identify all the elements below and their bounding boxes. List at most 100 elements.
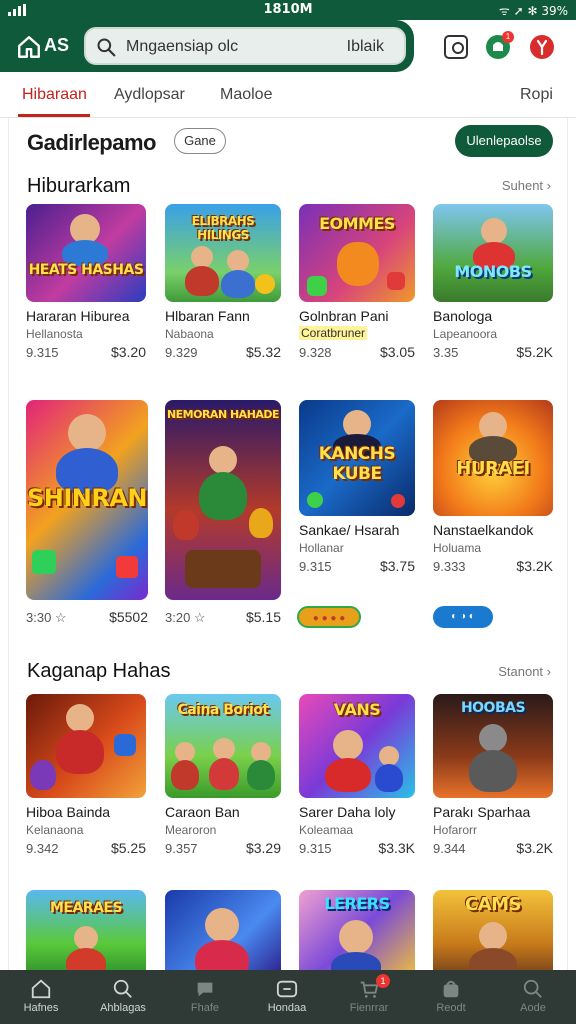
- game-developer: Kelanaona: [26, 823, 84, 837]
- game-card[interactable]: HOOBAS Parakı Sparhaa Hofarorr 9.344 $3.…: [433, 694, 553, 864]
- game-title: Banologa: [433, 308, 493, 324]
- game-card[interactable]: [165, 890, 281, 970]
- nav-item-cart[interactable]: 1 Fienrrar: [328, 970, 410, 1024]
- game-rating: 3.35: [433, 345, 459, 360]
- game-card[interactable]: HEATS HASHAS Hararan Hiburea Hellanosta …: [26, 204, 146, 364]
- section-title-featured: Hiburarkam: [27, 175, 131, 197]
- nav-item-games[interactable]: Hondaa: [246, 970, 328, 1024]
- game-card[interactable]: MONOBS Banologa Lapeanoora 3.35 $5.2K: [433, 204, 553, 364]
- game-art-title: HEATS HASHAS: [28, 262, 144, 278]
- primary-action-button[interactable]: Ulenlepaolse: [455, 125, 553, 157]
- tab-maoloe[interactable]: Maoloe: [220, 86, 272, 104]
- search-query: Mngaensiap olc: [126, 38, 239, 55]
- game-developer: Hollanar: [299, 541, 344, 555]
- game-developer: Koleamaa: [299, 823, 354, 837]
- game-art-title: KANCHS KUBE: [318, 444, 396, 484]
- game-art-title: NEMORAN HAHADE: [166, 408, 280, 421]
- game-card[interactable]: HURAEI Nanstaelkandok Holuama 9.333 $3.2…: [433, 400, 553, 600]
- game-card[interactable]: EOMMES Golnbran Pani Coratbruner 9.328 $…: [299, 204, 415, 364]
- search-input[interactable]: Mngaensiap olc Iblaik: [84, 27, 406, 65]
- game-art-title: MEARAES: [49, 900, 123, 916]
- game-price: $3.3K: [378, 840, 415, 856]
- game-rating: 9.315: [299, 841, 332, 856]
- nav-item-chat[interactable]: Fhafe: [164, 970, 246, 1024]
- game-card[interactable]: Caina Boriot Caraon Ban Mearoron 9.357 $…: [165, 694, 281, 864]
- profile-icon[interactable]: [530, 35, 554, 59]
- game-thumbnail: MEARAES: [26, 890, 146, 970]
- game-title: Sarer Daha loly: [299, 804, 396, 820]
- game-price: $5.15: [245, 609, 281, 625]
- game-card[interactable]: CAMS: [433, 890, 553, 970]
- see-all-link-featured[interactable]: Suhent ›: [502, 178, 551, 193]
- game-card[interactable]: MEARAES: [26, 890, 146, 970]
- bag-icon: [443, 980, 459, 998]
- game-price: $5.2K: [516, 344, 553, 360]
- game-developer: Mearoron: [165, 823, 217, 837]
- game-card-large[interactable]: NEMORAN HAHADE 3:20 ☆ $5.15: [165, 400, 281, 640]
- promo-pill[interactable]: ◐ ◑ ◐: [433, 606, 493, 628]
- game-thumbnail: HEATS HASHAS: [26, 204, 146, 302]
- game-thumbnail: KANCHS KUBE: [299, 400, 415, 516]
- home-icon: [31, 979, 51, 999]
- game-title: Hlbaran Fann: [165, 308, 250, 324]
- nav-item-home[interactable]: Hafnes: [0, 970, 82, 1024]
- game-rating: 9.329: [165, 345, 198, 360]
- nav-item-search[interactable]: Ahblagas: [82, 970, 164, 1024]
- search-suffix: Iblaik: [346, 38, 384, 55]
- home-icon[interactable]: [16, 34, 42, 60]
- notifications-icon[interactable]: 1: [486, 31, 514, 59]
- scan-icon[interactable]: [444, 35, 468, 59]
- game-thumbnail: LERERS: [299, 890, 415, 970]
- nav-label: Hafnes: [23, 1002, 59, 1014]
- game-thumbnail: [165, 890, 281, 970]
- see-all-link-popular[interactable]: Stanont ›: [498, 664, 551, 679]
- game-thumbnail: HURAEI: [433, 400, 553, 516]
- tab-aydlopsar[interactable]: Aydlopsar: [114, 86, 185, 104]
- nav-label: Fhafe: [190, 1002, 220, 1014]
- game-thumbnail: CAMS: [433, 890, 553, 970]
- tab-ropi[interactable]: Ropi: [520, 86, 553, 104]
- game-title: Nanstaelkandok: [433, 522, 534, 538]
- game-title: Parakı Sparhaa: [433, 804, 531, 820]
- section-title-popular: Kaganap Hahas: [27, 660, 171, 682]
- game-card[interactable]: LERERS: [299, 890, 415, 970]
- promo-pill[interactable]: ● ● ● ●: [297, 606, 361, 628]
- game-thumbnail: ELIBRAHS HILINGS: [165, 204, 281, 302]
- game-thumbnail: SHINRAN: [26, 400, 148, 600]
- game-title: Golnbran Pani: [299, 308, 389, 324]
- game-title: Hararan Hiburea: [26, 308, 130, 324]
- status-indicators: ᯤ ➚ ✻ 39%: [498, 4, 568, 18]
- nav-item-bag[interactable]: Reodt: [410, 970, 492, 1024]
- game-price: $5.32: [245, 344, 281, 360]
- game-price: $3.20: [110, 344, 146, 360]
- game-developer: Hellanosta: [26, 327, 83, 341]
- game-rating: 9.328: [299, 345, 332, 360]
- category-chip[interactable]: Gane: [174, 128, 226, 154]
- game-card[interactable]: Hiboa Bainda Kelanaona 9.342 $5.25: [26, 694, 146, 864]
- game-price: $3.2K: [516, 840, 553, 856]
- search-icon: [97, 38, 116, 57]
- game-title: Sankae/ Hsarah: [299, 522, 400, 538]
- game-rating: 9.342: [26, 841, 59, 856]
- nav-label: Aode: [520, 1002, 546, 1014]
- game-art-title: SHINRAN: [26, 484, 148, 512]
- game-rating: 9.315: [299, 559, 332, 574]
- bottom-navigation: Hafnes Ahblagas Fhafe Hondaa 1 Fienrrar …: [0, 970, 576, 1024]
- game-developer: Holuama: [433, 541, 482, 555]
- status-time: 1810M: [263, 2, 313, 17]
- game-card[interactable]: ELIBRAHS HILINGS Hlbaran Fann Nabaona 9.…: [165, 204, 281, 364]
- game-art-title: HOOBAS: [460, 700, 526, 716]
- tab-hibaraan[interactable]: Hibaraan: [22, 86, 87, 104]
- game-rating: 9.357: [165, 841, 198, 856]
- game-thumbnail: NEMORAN HAHADE: [165, 400, 281, 600]
- game-card[interactable]: KANCHS KUBE Sankae/ Hsarah Hollanar 9.31…: [299, 400, 415, 600]
- game-card-large[interactable]: SHINRAN 3:30 ☆ $5502: [26, 400, 148, 640]
- app-logo[interactable]: AS: [44, 35, 69, 56]
- game-card[interactable]: VANS Sarer Daha loly Koleamaa 9.315 $3.3…: [299, 694, 415, 864]
- game-price: $3.05: [379, 344, 415, 360]
- game-rating: 3:20 ☆: [165, 610, 206, 625]
- nav-label: Ahblagas: [100, 1002, 146, 1014]
- game-art-title: LERERS: [324, 894, 390, 913]
- gamepad-icon: [276, 980, 298, 998]
- nav-item-explore[interactable]: Aode: [492, 970, 574, 1024]
